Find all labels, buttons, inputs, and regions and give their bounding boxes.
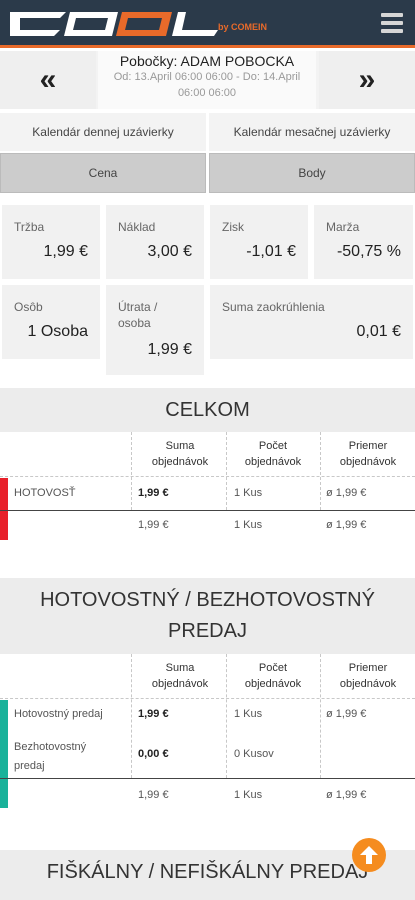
previous-day-button[interactable]: « (0, 51, 96, 109)
total-count: 1 Kus (234, 519, 263, 531)
total-avg: ø 1,99 € (326, 789, 367, 801)
arrow-up-icon (360, 846, 378, 864)
row-name: Hotovostný predaj (14, 708, 103, 720)
total-sum: 1,99 € (138, 789, 169, 801)
row-color-marker (0, 700, 8, 808)
stat-cost: Náklad 3,00 € (106, 205, 204, 279)
row-avg: ø 1,99 € (326, 487, 367, 499)
stat-revenue-label: Tržba (14, 220, 45, 234)
stat-profit-value: -1,01 € (246, 243, 296, 260)
date-range: Od: 13.April 06:00 06:00 - Do: 14.April … (113, 71, 301, 99)
logo-by-text: by COMEIN (218, 22, 268, 32)
col-avg: Priemer objednávok (339, 440, 397, 468)
stat-cost-value: 3,00 € (147, 243, 192, 260)
row-name: HOTOVOSŤ (14, 487, 76, 499)
col-count: Počet objednávok (244, 440, 302, 468)
cash-noncash-table: Suma objednávok Počet objednávok Priemer… (0, 654, 415, 826)
branch-name: Pobočky: ADAM POBOCKA (119, 53, 295, 69)
section-title-celkom: CELKOM (0, 388, 415, 432)
calendar-row: Kalendár dennej uzávierky Kalendár mesač… (0, 113, 415, 151)
section-title-cash-noncash: HOTOVOSTNÝ / BEZHOTOVOSTNÝ PREDAJ (0, 578, 415, 654)
row-sum: 1,99 € (138, 487, 169, 499)
row-sum: 1,99 € (138, 708, 169, 720)
celkom-table: Suma objednávok Počet objednávok Priemer… (0, 432, 415, 544)
col-sum: Suma objednávok (151, 662, 209, 690)
monthly-closure-calendar-button[interactable]: Kalendár mesačnej uzávierky (209, 113, 415, 151)
tab-points[interactable]: Body (209, 153, 415, 193)
stat-spend-per-person-label: Útrata / osoba (118, 300, 158, 330)
stat-cost-label: Náklad (118, 220, 156, 234)
col-count: Počet objednávok (244, 662, 302, 690)
row-count: 1 Kus (234, 487, 263, 499)
branch-selector: « Pobočky: ADAM POBOCKA Od: 13.April 06:… (0, 51, 415, 109)
row-color-marker (0, 478, 8, 540)
row-count: 0 Kusov (234, 748, 274, 760)
col-avg: Priemer objednávok (339, 662, 397, 690)
stat-margin-label: Marža (326, 220, 360, 234)
total-count: 1 Kus (234, 789, 263, 801)
tab-price[interactable]: Cena (0, 153, 206, 193)
stat-persons-value: 1 Osoba (27, 323, 88, 340)
branch-info: Pobočky: ADAM POBOCKA Od: 13.April 06:00… (98, 51, 316, 109)
total-sum: 1,99 € (138, 519, 169, 531)
stat-margin: Marža -50,75 % (314, 205, 413, 279)
stat-rounding: Suma zaokrúhlenia 0,01 € (210, 285, 413, 359)
stat-revenue: Tržba 1,99 € (2, 205, 100, 279)
stat-revenue-value: 1,99 € (43, 243, 88, 260)
scroll-to-top-button[interactable] (352, 838, 386, 872)
stat-persons: Osôb 1 Osoba (2, 285, 100, 359)
total-avg: ø 1,99 € (326, 519, 367, 531)
daily-closure-calendar-button[interactable]: Kalendár dennej uzávierky (0, 113, 206, 151)
stat-rounding-value: 0,01 € (356, 323, 401, 340)
col-sum: Suma objednávok (151, 440, 209, 468)
stat-profit-label: Zisk (222, 220, 244, 234)
stat-margin-value: -50,75 % (336, 243, 401, 260)
next-day-button[interactable]: » (319, 51, 415, 109)
stat-persons-label: Osôb (14, 300, 43, 314)
hamburger-menu-icon[interactable] (381, 13, 403, 33)
stat-rounding-label: Suma zaokrúhlenia (222, 300, 325, 314)
row-avg: ø 1,99 € (326, 708, 367, 720)
stat-profit: Zisk -1,01 € (210, 205, 308, 279)
stat-spend-per-person: Útrata / osoba 1,99 € (106, 285, 204, 375)
row-name: Bezhotovostný predaj (14, 741, 87, 772)
mode-tabs: Cena Body (0, 153, 415, 193)
top-bar: by COMEIN (0, 0, 415, 48)
stat-spend-per-person-value: 1,99 € (147, 341, 192, 358)
row-sum: 0,00 € (138, 748, 169, 760)
row-count: 1 Kus (234, 708, 263, 720)
